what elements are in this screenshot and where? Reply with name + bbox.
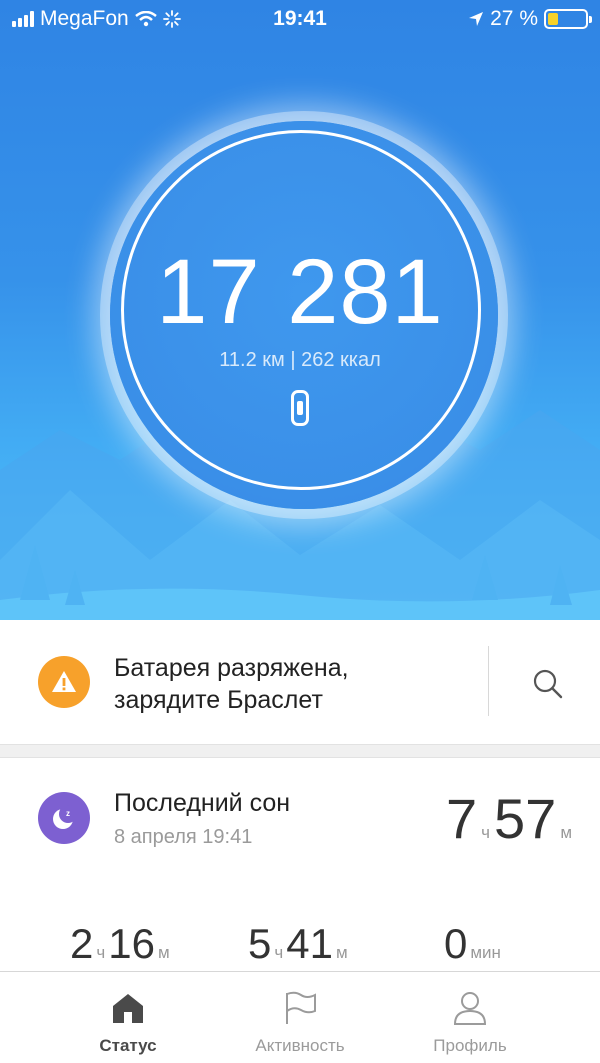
sleep-stat-light: 5 ч 41 м (248, 920, 348, 968)
distance-calories: 11.2 км | 262 ккал (0, 349, 600, 372)
band-icon (291, 390, 309, 426)
tab-bar: Статус Активность Профиль (0, 971, 600, 1063)
stat-hours: 2 (70, 920, 94, 967)
sleep-minutes: 57 (494, 787, 557, 850)
calories-value: 262 ккал (301, 349, 381, 371)
sleep-minutes-unit: м (560, 823, 572, 842)
sleep-title: Последний сон (114, 789, 291, 817)
battery-percent: 27 % (490, 7, 538, 30)
sleep-hours: 7 (446, 787, 478, 850)
stat-hours-unit: ч (274, 943, 284, 962)
home-icon (113, 994, 143, 1023)
location-arrow-icon (469, 12, 484, 26)
stat-hours-unit: ч (96, 943, 106, 962)
tab-profile[interactable]: Профиль (370, 972, 570, 1063)
profile-icon (453, 992, 487, 1025)
tab-label: Статус (99, 1036, 157, 1055)
sleep-total[interactable]: 7 ч 57 м (446, 786, 572, 851)
hero-panel: MegaFon 19:41 27 % 17 281 11.2 км | 262 … (0, 0, 600, 620)
separator: | (290, 349, 296, 371)
stat-hours: 5 (248, 920, 272, 967)
svg-text:z: z (66, 809, 70, 818)
battery-icon (544, 9, 592, 29)
sleep-date: 8 апреля 19:41 (114, 826, 253, 848)
search-icon[interactable] (532, 668, 564, 700)
alert-line-1: Батарея разряжена, (114, 654, 349, 682)
sleep-hours-unit: ч (481, 823, 491, 842)
flag-icon (286, 991, 316, 1024)
sleep-icon: z (38, 792, 90, 844)
stat-minutes-unit: м (157, 943, 170, 962)
distance-value: 11.2 км (219, 349, 285, 371)
warning-icon (38, 656, 90, 708)
status-bar: MegaFon 19:41 27 % (0, 0, 600, 40)
step-count: 17 281 (156, 241, 444, 343)
tab-label: Профиль (433, 1036, 507, 1055)
alert-line-2: зарядите Браслет (114, 686, 323, 714)
stat-value: 0 (444, 920, 468, 967)
stat-minutes: 16 (108, 920, 155, 967)
divider (488, 646, 489, 716)
section-divider (0, 744, 600, 758)
stat-minutes-unit: м (335, 943, 348, 962)
sleep-stat-deep: 2 ч 16 м (70, 920, 170, 968)
tab-status[interactable]: Статус (28, 972, 228, 1063)
battery-level (548, 13, 558, 25)
stat-unit: мин (470, 943, 501, 962)
sleep-stat-awake: 0 мин (444, 920, 501, 968)
stat-minutes: 41 (286, 920, 333, 967)
battery-alert-message: Батарея разряжена, зарядите Браслет (114, 652, 349, 716)
